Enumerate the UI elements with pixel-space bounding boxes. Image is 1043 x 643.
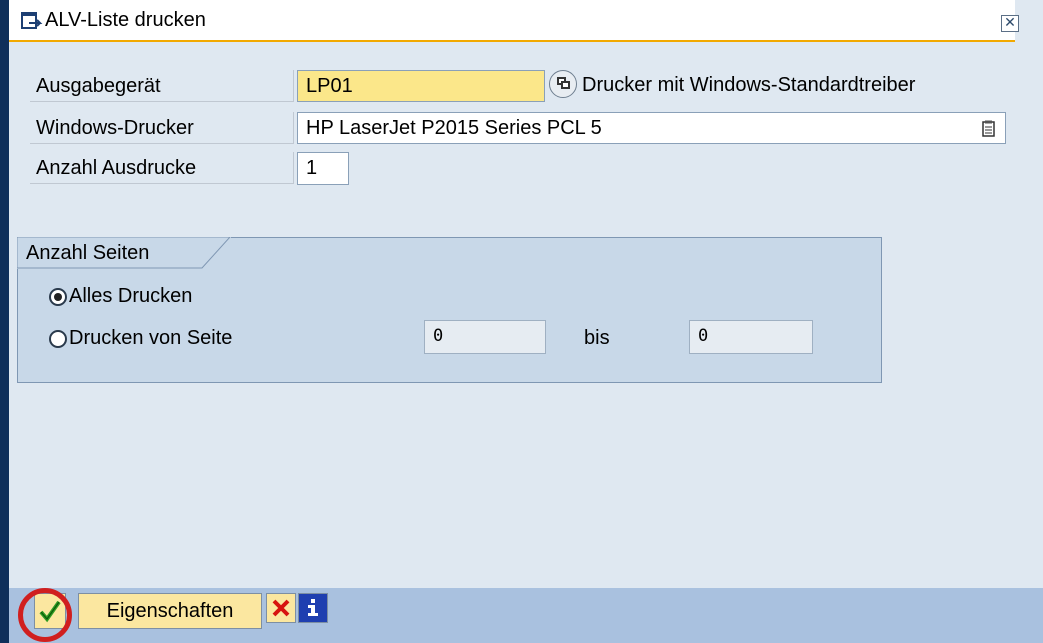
radio-print-range-label: Drucken von Seite <box>69 327 233 349</box>
info-icon <box>308 599 318 616</box>
windows-printer-select[interactable]: HP LaserJet P2015 Series PCL 5 <box>297 112 1006 144</box>
windows-printer-value: HP LaserJet P2015 Series PCL 5 <box>306 117 602 139</box>
dialog-title: ALV-Liste drucken <box>45 9 206 31</box>
title-bar-corner <box>1015 0 1043 42</box>
output-device-input[interactable]: LP01 <box>297 70 545 102</box>
output-device-label: Ausgabegerät <box>30 70 294 102</box>
print-dialog: ALV-Liste drucken ✕ Ausgabegerät LP01 Dr… <box>0 0 1043 643</box>
cancel-x-icon <box>272 599 290 617</box>
properties-button[interactable]: Eigenschaften <box>78 593 262 629</box>
title-bar: ALV-Liste drucken ✕ <box>9 0 1043 42</box>
pages-group: Anzahl Seiten Alles Drucken Drucken von … <box>17 237 882 383</box>
close-icon: ✕ <box>1004 15 1016 31</box>
copies-input[interactable]: 1 <box>297 152 349 185</box>
page-from-input[interactable]: 0 <box>424 320 546 354</box>
pages-group-title: Anzahl Seiten <box>26 242 150 264</box>
radio-print-all[interactable] <box>49 288 67 306</box>
window-left-border <box>0 0 9 643</box>
highlight-circle <box>18 588 72 642</box>
copies-label: Anzahl Ausdrucke <box>30 152 294 184</box>
cancel-button[interactable] <box>266 593 296 623</box>
info-button[interactable] <box>298 593 328 623</box>
radio-print-range[interactable] <box>49 330 67 348</box>
radio-print-all-label: Alles Drucken <box>69 285 193 307</box>
windows-printer-label: Windows-Drucker <box>30 112 294 144</box>
value-help-icon[interactable] <box>549 70 577 98</box>
page-to-label: bis <box>584 327 610 349</box>
list-icon[interactable] <box>982 120 995 137</box>
dialog-icon <box>21 12 43 29</box>
close-button[interactable]: ✕ <box>1001 15 1019 32</box>
output-device-description: Drucker mit Windows-Standardtreiber <box>582 74 916 96</box>
page-to-input[interactable]: 0 <box>689 320 813 354</box>
